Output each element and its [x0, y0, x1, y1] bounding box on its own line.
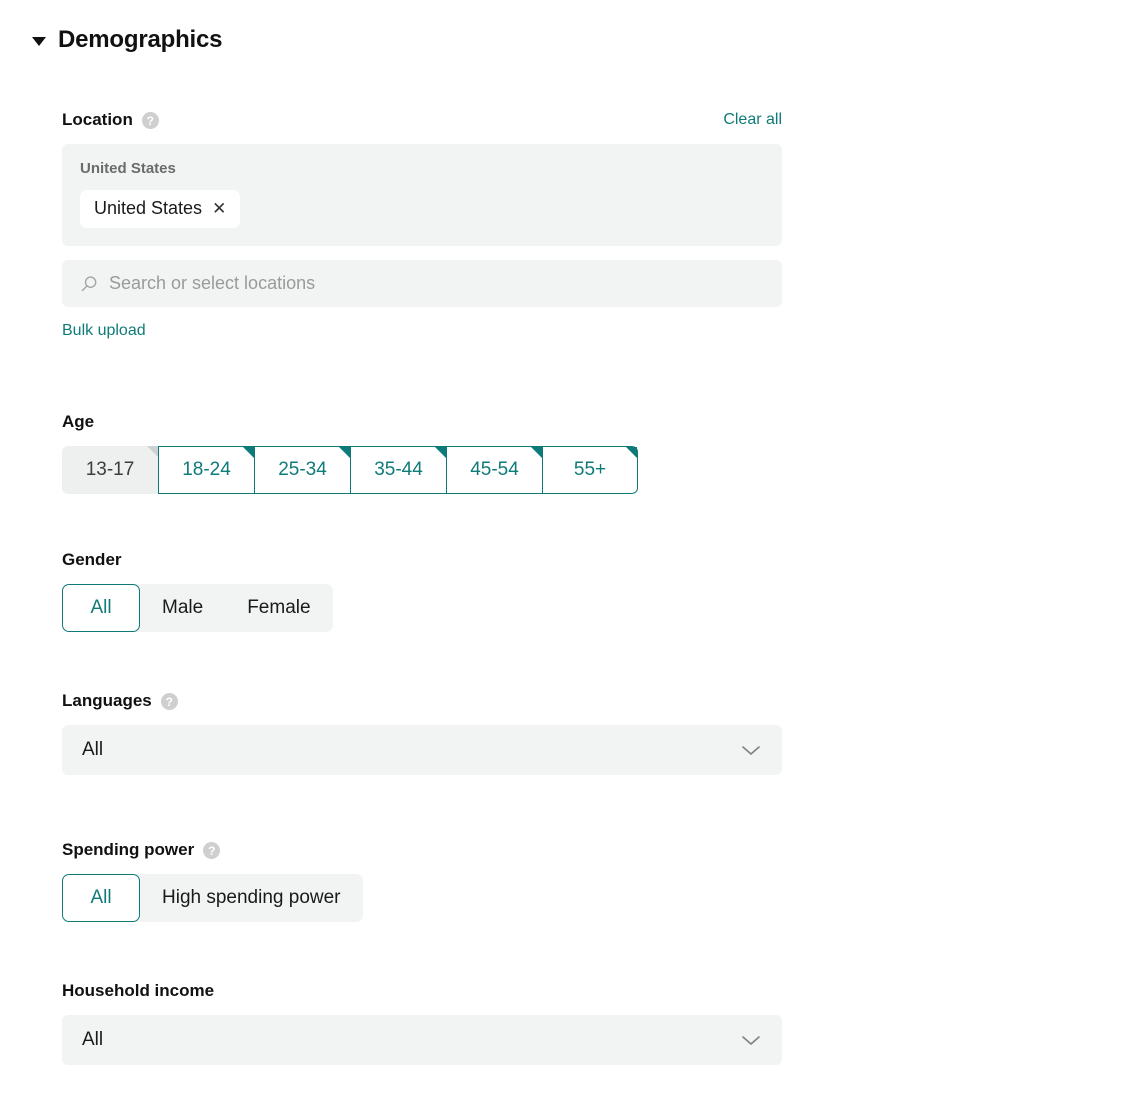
household-income-selected-value: All	[82, 1029, 104, 1050]
gender-segmented-control: All Male Female	[62, 584, 333, 632]
age-label-row: Age	[62, 412, 782, 432]
age-option-label: 13-17	[85, 459, 135, 480]
gender-label-group: Gender	[62, 550, 122, 570]
corner-triangle-icon	[147, 446, 158, 457]
gender-field: Gender All Male Female	[62, 550, 782, 632]
demographics-section-header[interactable]: Demographics	[32, 26, 223, 54]
age-field: Age 13-17 18-24 25-34 35-44 45-54 55+	[62, 412, 782, 494]
languages-label-group: Languages ?	[62, 691, 178, 711]
chevron-down-icon	[742, 746, 760, 755]
location-label-row: Location ? Clear all	[62, 110, 782, 130]
gender-label: Gender	[62, 550, 122, 569]
caret-down-icon	[32, 37, 46, 46]
corner-triangle-icon	[626, 447, 637, 458]
spending-power-label: Spending power	[62, 840, 195, 859]
page-title: Demographics	[58, 26, 223, 53]
close-icon[interactable]: ✕	[212, 200, 226, 217]
languages-label: Languages	[62, 691, 152, 710]
age-option-35-44[interactable]: 35-44	[350, 446, 446, 494]
corner-triangle-icon	[243, 447, 254, 458]
languages-label-row: Languages ?	[62, 691, 782, 711]
age-option-label: 18-24	[182, 459, 231, 480]
age-option-label: 25-34	[278, 459, 327, 480]
age-option-label: 55+	[573, 459, 607, 480]
help-circle-icon[interactable]: ?	[203, 842, 221, 859]
bulk-upload-link[interactable]: Bulk upload	[62, 322, 146, 340]
spending-power-option-high[interactable]: High spending power	[140, 874, 363, 922]
age-label-group: Age	[62, 412, 94, 432]
gender-option-male[interactable]: Male	[140, 584, 225, 632]
household-income-label-row: Household income	[62, 981, 782, 1001]
corner-triangle-icon	[531, 447, 542, 458]
age-option-label: 35-44	[374, 459, 423, 480]
spending-power-field: Spending power ? All High spending power	[62, 840, 782, 922]
search-icon	[81, 275, 97, 291]
household-income-label: Household income	[62, 981, 215, 1000]
location-label-group: Location ?	[62, 110, 159, 130]
spending-power-label-group: Spending power ?	[62, 840, 221, 860]
languages-dropdown[interactable]: All	[62, 725, 782, 775]
languages-selected-value: All	[82, 739, 104, 760]
age-segmented-control: 13-17 18-24 25-34 35-44 45-54 55+	[62, 446, 782, 494]
help-circle-icon[interactable]: ?	[160, 693, 178, 710]
age-option-45-54[interactable]: 45-54	[446, 446, 542, 494]
spending-power-segmented-control: All High spending power	[62, 874, 363, 922]
age-option-label: 45-54	[470, 459, 519, 480]
demographics-panel: Demographics Location ? Clear all United…	[0, 0, 1134, 1110]
age-option-25-34[interactable]: 25-34	[254, 446, 350, 494]
gender-label-row: Gender	[62, 550, 782, 570]
help-circle-icon[interactable]: ?	[141, 112, 159, 129]
languages-field: Languages ? All	[62, 691, 782, 775]
location-label: Location	[62, 110, 133, 129]
location-search-placeholder: Search or select locations	[109, 273, 316, 293]
location-chip-row: United States ✕	[80, 190, 764, 228]
corner-triangle-icon	[435, 447, 446, 458]
location-selected-box: United States United States ✕	[62, 144, 782, 246]
chevron-down-icon	[742, 1036, 760, 1045]
clear-all-button[interactable]: Clear all	[723, 111, 782, 129]
household-income-field: Household income All	[62, 981, 782, 1065]
location-field: Location ? Clear all United States Unite…	[62, 110, 782, 340]
age-option-55-plus[interactable]: 55+	[542, 446, 638, 494]
location-chip-label: United States	[94, 198, 203, 218]
household-income-dropdown[interactable]: All	[62, 1015, 782, 1065]
age-label: Age	[62, 412, 95, 431]
gender-option-all[interactable]: All	[62, 584, 140, 632]
gender-option-female[interactable]: Female	[225, 584, 332, 632]
spending-power-option-all[interactable]: All	[62, 874, 140, 922]
location-search-input[interactable]: Search or select locations	[62, 260, 782, 307]
age-option-13-17[interactable]: 13-17	[62, 446, 158, 494]
corner-triangle-icon	[339, 447, 350, 458]
household-income-label-group: Household income	[62, 981, 214, 1001]
location-chip[interactable]: United States ✕	[80, 190, 241, 228]
location-group-title: United States	[80, 160, 176, 177]
age-option-18-24[interactable]: 18-24	[158, 446, 254, 494]
spending-power-label-row: Spending power ?	[62, 840, 782, 860]
